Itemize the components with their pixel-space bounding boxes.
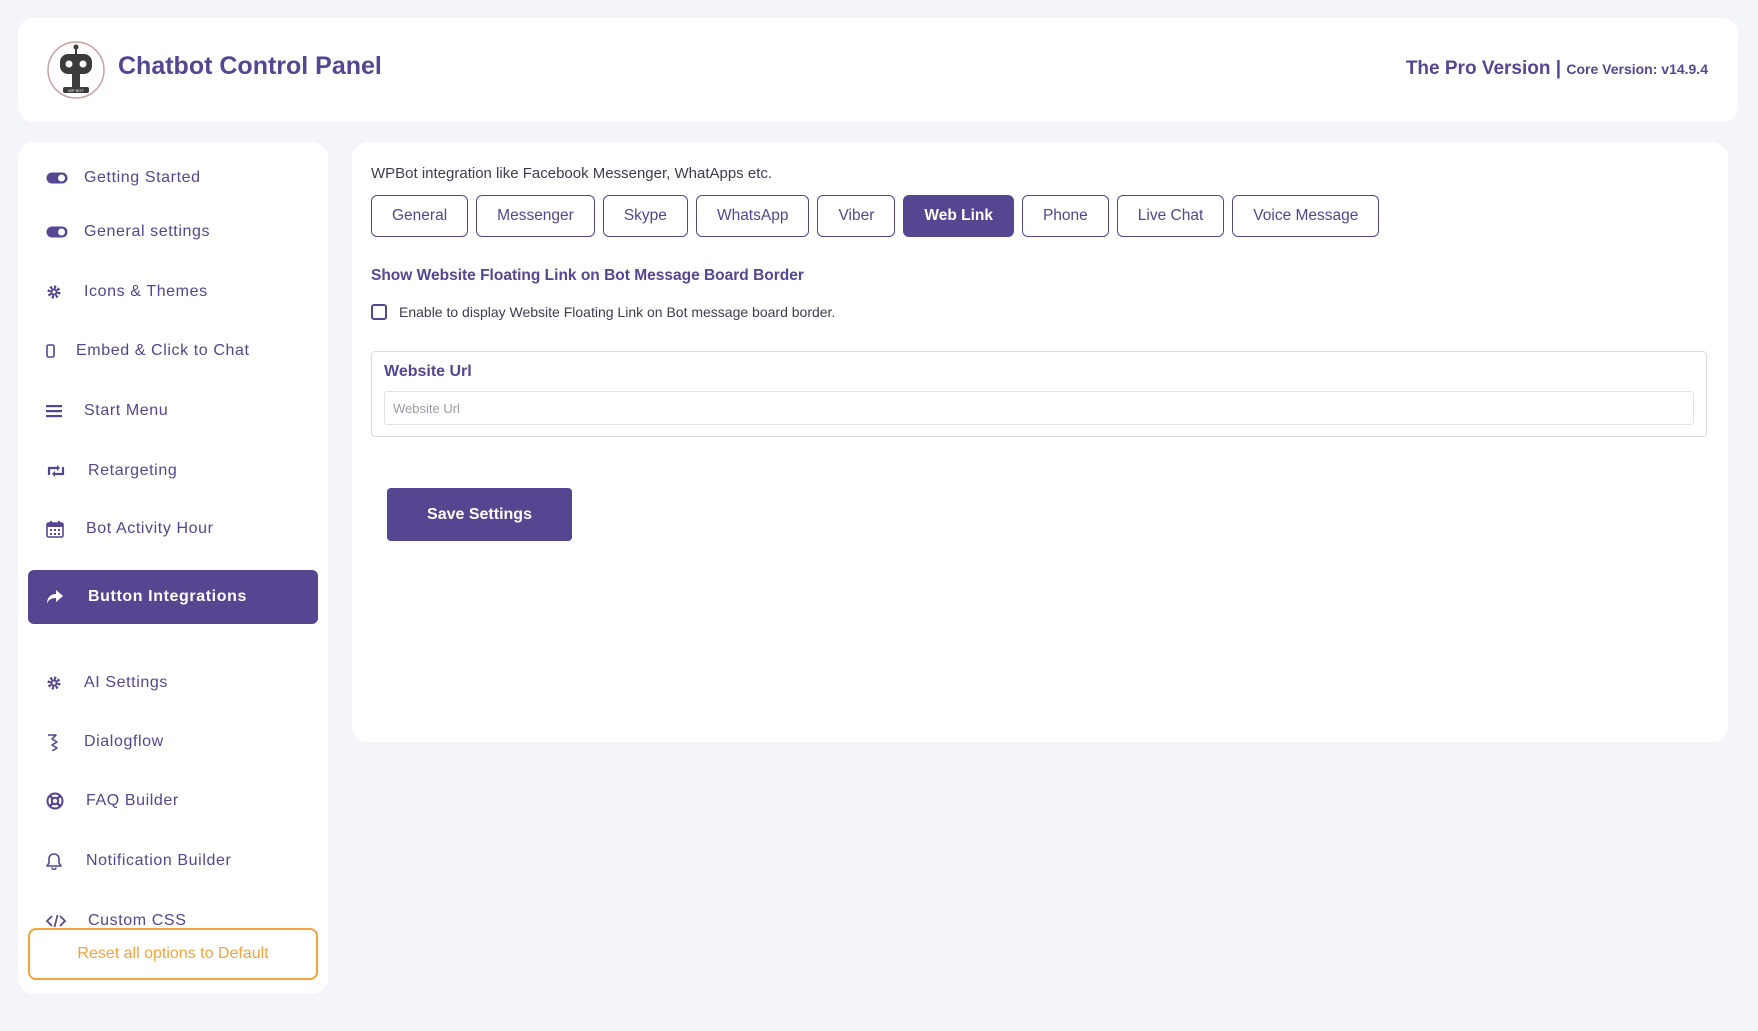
sidebar-item-getting-started[interactable]: Getting Started [28, 151, 318, 205]
sidebar-item-dialogflow[interactable]: Dialogflow [28, 715, 318, 769]
sidebar-item-bot-activity-hour[interactable]: Bot Activity Hour [28, 502, 318, 556]
sidebar-item-faq-builder[interactable]: FAQ Builder [28, 774, 318, 828]
integration-tabs: General Messenger Skype WhatsApp Viber W… [371, 195, 1380, 237]
sidebar-item-start-menu[interactable]: Start Menu [28, 384, 318, 438]
website-url-input[interactable] [384, 391, 1694, 425]
header: WP BOT Chatbot Control Panel The Pro Ver… [18, 18, 1738, 122]
logo-text: WP BOT [68, 88, 84, 93]
sidebar-item-label: Icons & Themes [84, 283, 208, 300]
pro-version-label: The Pro Version | [1405, 58, 1562, 79]
sidebar-item-retargeting[interactable]: Retargeting [28, 444, 318, 498]
sidebar-item-label: Start Menu [84, 402, 169, 419]
sidebar-item-label: AI Settings [84, 674, 168, 691]
floating-link-option: Enable to display Website Floating Link … [371, 304, 835, 320]
website-url-group: Website Url [371, 351, 1707, 437]
sidebar-item-label: General settings [84, 223, 211, 240]
menu-icon [46, 401, 72, 421]
tab-phone[interactable]: Phone [1021, 195, 1109, 237]
tab-skype[interactable]: Skype [602, 195, 688, 237]
app-title: Chatbot Control Panel [118, 52, 382, 80]
tab-messenger[interactable]: Messenger [476, 195, 595, 237]
intro-text: WPBot integration like Facebook Messenge… [371, 165, 773, 182]
bell-icon [46, 851, 74, 871]
tab-viber[interactable]: Viber [817, 195, 896, 237]
reset-defaults-button[interactable]: Reset all options to Default [28, 928, 318, 980]
sidebar-item-label: Retargeting [88, 462, 178, 479]
core-version-label: Core Version: v14.9.4 [1566, 61, 1708, 77]
sidebar-item-label: Embed & Click to Chat [76, 342, 250, 359]
lifebuoy-icon [46, 791, 74, 811]
sidebar-item-label: Dialogflow [84, 733, 164, 750]
sidebar-item-icons-themes[interactable]: Icons & Themes [28, 265, 318, 319]
sidebar-item-notification-builder[interactable]: Notification Builder [28, 834, 318, 888]
floating-link-checkbox[interactable] [371, 304, 387, 320]
sidebar-item-general-settings[interactable]: General settings [28, 205, 318, 259]
sidebar-item-embed-click-to-chat[interactable]: Embed & Click to Chat [28, 324, 318, 378]
sidebar-item-label: Notification Builder [86, 852, 232, 869]
toggle-icon [46, 168, 72, 188]
retweet-icon [46, 461, 76, 481]
tab-live-chat[interactable]: Live Chat [1116, 195, 1225, 237]
tab-whatsapp[interactable]: WhatsApp [695, 195, 810, 237]
sidebar-item-label: FAQ Builder [86, 792, 179, 809]
toggle-icon [46, 222, 72, 242]
mobile-icon [46, 341, 64, 361]
sidebar-item-button-integrations[interactable]: Button Integrations [28, 570, 318, 624]
tab-web-link[interactable]: Web Link [903, 195, 1014, 237]
website-url-label: Website Url [384, 363, 472, 380]
wpbot-logo-icon: WP BOT [47, 41, 105, 99]
gear-icon [46, 673, 72, 693]
tab-voice-message[interactable]: Voice Message [1232, 195, 1380, 237]
sidebar: Getting Started General settings Icons &… [18, 142, 328, 994]
sidebar-item-label: Getting Started [84, 169, 201, 186]
save-settings-button[interactable]: Save Settings [387, 488, 572, 541]
dialogflow-icon [46, 732, 72, 752]
version-info: The Pro Version | Core Version: v14.9.4 [1406, 58, 1708, 80]
sidebar-item-label: Button Integrations [88, 588, 247, 605]
floating-link-checkbox-label: Enable to display Website Floating Link … [399, 304, 836, 320]
sidebar-item-label: Bot Activity Hour [86, 520, 214, 537]
gear-icon [46, 282, 72, 302]
share-icon [46, 587, 76, 607]
calendar-icon [46, 519, 74, 539]
tab-general[interactable]: General [371, 195, 469, 237]
integration-panel: WPBot integration like Facebook Messenge… [352, 142, 1728, 742]
section-title: Show Website Floating Link on Bot Messag… [371, 267, 804, 284]
sidebar-item-ai-settings[interactable]: AI Settings [28, 656, 318, 710]
